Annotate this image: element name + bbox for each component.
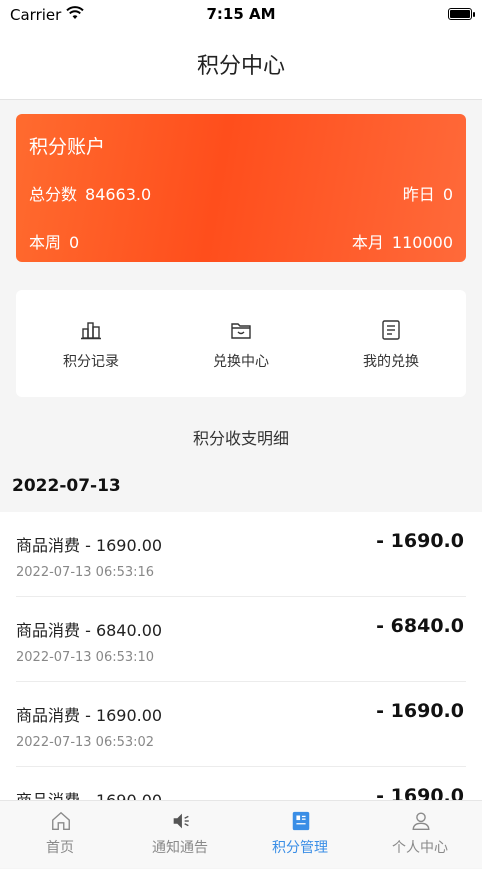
yesterday-value: 0 [442,185,453,204]
week-label: 本周 [29,233,62,252]
tab-label: 积分管理 [272,840,328,856]
tab-label: 首页 [46,840,74,856]
transaction-list[interactable]: 商品消费 - 1690.00 2022-07-13 06:53:16 - 169… [0,512,482,812]
menu-item-label: 积分记录 [63,354,119,370]
total-points-value: 84663.0 [85,185,152,204]
speaker-icon [173,813,189,829]
week-value: 0 [69,233,80,252]
transaction-amount: - 1690.0 [376,530,464,552]
navigation-bar: 积分中心 [0,30,482,100]
menu-item-my-exchange[interactable]: 我的兑换 [316,290,466,397]
points-account-card: 积分账户 总分数 84663.0 昨日 0 本周 0 本月 110000 [16,114,466,262]
clock-time: 7:15 AM [206,5,276,23]
quick-menu: 积分记录 兑换中心 我的兑换 [16,290,466,397]
page-title: 积分中心 [196,54,285,79]
tab-label: 个人中心 [392,840,448,856]
list-item[interactable]: 商品消费 - 6840.00 2022-07-13 06:53:10 - 684… [0,597,482,682]
transaction-amount: - 1690.0 [376,700,464,722]
tab-notices[interactable]: 通知通告 [120,801,240,869]
status-bar: Carrier 7:15 AM [0,0,482,30]
transaction-title: 商品消费 - 1690.00 [16,536,163,555]
home-icon [52,811,70,830]
tab-label: 通知通告 [152,840,208,856]
points-manage-icon [292,811,310,831]
points-record-icon [81,322,101,340]
account-title: 积分账户 [29,136,106,158]
menu-item-label: 我的兑换 [363,354,419,370]
transaction-time: 2022-07-13 06:53:10 [16,650,155,665]
transaction-time: 2022-07-13 06:53:16 [16,565,155,580]
battery-icon [448,8,475,20]
tab-home[interactable]: 首页 [0,801,120,869]
my-exchange-icon [382,320,400,340]
transaction-time: 2022-07-13 06:53:02 [16,735,155,750]
month-label: 本月 [351,233,384,252]
total-points-label: 总分数 [29,185,78,204]
menu-item-exchange-center[interactable]: 兑换中心 [166,290,316,397]
tab-personal-center[interactable]: 个人中心 [360,801,480,869]
menu-item-label: 兑换中心 [213,354,269,370]
yesterday-label: 昨日 [402,185,435,204]
list-item[interactable]: 商品消费 - 1690.00 2022-07-13 06:53:16 - 169… [0,512,482,597]
exchange-center-icon [231,323,251,339]
section-title: 积分收支明细 [192,429,289,448]
month-value: 110000 [391,233,453,252]
transaction-amount: - 6840.0 [376,615,464,637]
menu-item-points-record[interactable]: 积分记录 [16,290,166,397]
transaction-title: 商品消费 - 6840.00 [16,621,163,640]
tab-points-management[interactable]: 积分管理 [240,801,360,869]
date-header: 2022-07-13 [12,476,121,496]
person-icon [412,812,430,830]
tab-bar: 首页 通知通告 积分管理 个人中心 [0,800,482,868]
transaction-title: 商品消费 - 1690.00 [16,706,163,725]
list-item[interactable]: 商品消费 - 1690.00 2022-07-13 06:53:02 - 169… [0,682,482,767]
